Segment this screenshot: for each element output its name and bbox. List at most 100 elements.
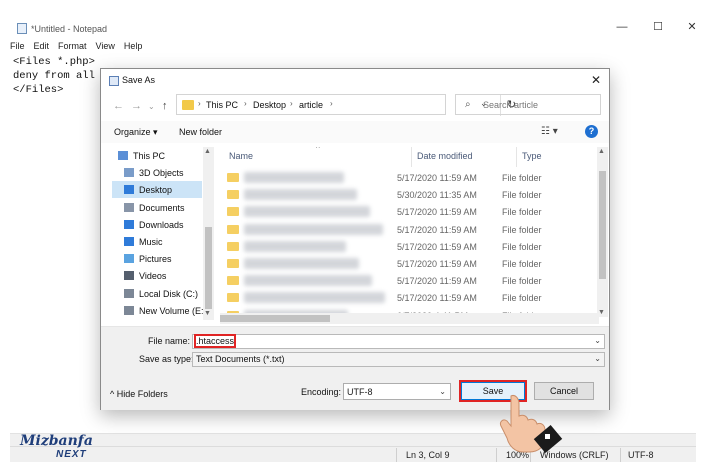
folder-icon (227, 224, 239, 234)
organize-button[interactable]: Organize ▾ (114, 127, 158, 138)
save-type-select[interactable]: Text Documents (*.txt) ⌄ (192, 352, 605, 367)
file-date: 5/17/2020 11:59 AM (397, 207, 477, 218)
nav-item[interactable]: New Volume (E:) (112, 302, 207, 319)
file-row[interactable]: 5/17/2020 11:59 AM File folder (220, 169, 598, 186)
chevron-down-icon[interactable]: ⌄ (594, 336, 601, 345)
menu-edit[interactable]: Edit (34, 41, 50, 55)
drive-icon (124, 288, 134, 298)
nav-item[interactable]: Desktop (112, 181, 202, 199)
navigation-pane-scrollbar[interactable]: ▲ ▼ (203, 147, 214, 320)
nav-item[interactable]: This PC (112, 147, 202, 164)
file-row[interactable]: 5/17/2020 11:59 AM File folder (220, 221, 598, 238)
breadcrumb-article[interactable]: article (299, 100, 323, 110)
file-row[interactable]: 5/17/2020 11:59 AM File folder (220, 238, 598, 255)
search-box[interactable]: ⌕ Search article (455, 94, 601, 115)
close-button[interactable]: ✕ (682, 20, 702, 34)
menu-view[interactable]: View (96, 41, 115, 55)
nav-item[interactable]: Local Disk (C:) (112, 285, 202, 302)
encoding-select[interactable]: UTF-8 ⌄ (343, 383, 451, 400)
new-folder-button[interactable]: New folder (179, 127, 222, 137)
desktop-icon (124, 185, 134, 195)
column-date[interactable]: Date modified (412, 147, 515, 167)
file-type: File folder (502, 276, 542, 287)
column-type-label: Type (522, 151, 542, 161)
column-name-label: Name (229, 151, 254, 161)
address-bar[interactable]: › This PC › Desktop › article › ⌄ ↻ (176, 94, 516, 116)
scrollbar-thumb[interactable] (205, 227, 212, 309)
minimize-button[interactable]: — (612, 20, 632, 34)
forward-arrow-icon[interactable]: → (131, 100, 142, 112)
command-bar: Organize ▾ New folder ☷ ▾ ? (101, 121, 609, 143)
download-icon (124, 219, 134, 229)
scroll-up-icon[interactable]: ▲ (598, 148, 605, 155)
nav-item-label: Desktop (139, 185, 173, 196)
nav-item[interactable]: Downloads (112, 216, 202, 233)
scroll-down-icon[interactable]: ▼ (204, 310, 211, 317)
notepad-icon (17, 23, 27, 34)
nav-item[interactable]: Pictures (112, 250, 202, 267)
recent-dropdown-icon[interactable]: ⌄ (148, 102, 155, 111)
file-row[interactable]: 5/17/2020 11:59 AM File folder (220, 255, 598, 272)
nav-item[interactable]: Music (112, 233, 202, 250)
chevron-up-icon: ^ (110, 389, 115, 399)
blurred-file-name (244, 258, 359, 269)
file-row[interactable]: 5/17/2020 11:59 AM File folder (220, 272, 598, 289)
file-name-label: File name: (148, 336, 191, 346)
menu-file[interactable]: File (10, 41, 25, 55)
pointer-hand-icon (497, 392, 567, 457)
blurred-file-name (244, 275, 372, 287)
dialog-close-button[interactable]: ✕ (588, 72, 604, 88)
notepad-title-bar: *Untitled - Notepad — ☐ ✕ (0, 0, 706, 38)
document-icon (124, 202, 134, 212)
maximize-button[interactable]: ☐ (648, 20, 668, 34)
column-type[interactable]: Type (517, 147, 597, 167)
file-list-vertical-scrollbar[interactable]: ▲ ▼ (597, 147, 608, 317)
file-type: File folder (502, 190, 542, 201)
file-row[interactable]: 5/17/2020 11:59 AM File folder (220, 289, 598, 306)
notepad-horizontal-scrollbar[interactable] (10, 433, 696, 446)
scroll-up-icon[interactable]: ▲ (204, 148, 211, 155)
video-icon (124, 271, 134, 281)
help-icon[interactable]: ? (585, 125, 598, 138)
folder-icon (182, 100, 194, 110)
encoding-label: Encoding: (301, 387, 342, 397)
hide-folders-label: Hide Folders (116, 389, 168, 399)
folder-icon (227, 190, 239, 200)
nav-item[interactable]: Documents (112, 199, 202, 216)
chevron-right-icon: › (198, 99, 201, 108)
file-list-horizontal-scrollbar[interactable] (220, 313, 599, 324)
folder-icon (227, 173, 239, 182)
breadcrumb-this-pc[interactable]: This PC (206, 100, 238, 110)
scroll-down-icon[interactable]: ▼ (598, 309, 605, 316)
cube-icon (124, 168, 134, 178)
nav-item[interactable]: 3D Objects (112, 164, 202, 181)
drive-icon (124, 305, 134, 315)
back-arrow-icon[interactable]: ← (113, 100, 124, 112)
notepad-menu-bar: File Edit Format View Help (10, 41, 142, 55)
file-row[interactable]: 5/30/2020 11:35 AM File folder (220, 186, 598, 203)
file-date: 5/17/2020 11:59 AM (397, 241, 477, 252)
file-row[interactable]: 5/17/2020 11:59 AM File folder (220, 203, 598, 220)
nav-item-label: Music (139, 237, 163, 247)
view-options-icon[interactable]: ☷ ▾ (541, 126, 558, 137)
search-placeholder: Search article (483, 100, 539, 110)
scrollbar-thumb[interactable] (599, 171, 606, 279)
nav-item[interactable]: Videos (112, 267, 202, 284)
hide-folders-toggle[interactable]: ^ Hide Folders (110, 389, 168, 399)
column-name[interactable]: Name ^ (220, 147, 410, 167)
menu-help[interactable]: Help (124, 41, 143, 55)
scrollbar-thumb[interactable] (220, 315, 330, 322)
file-date: 5/17/2020 11:59 AM (397, 173, 477, 183)
file-name-field[interactable]: .htaccess ⌄ (192, 334, 605, 349)
blurred-file-name (244, 292, 385, 304)
chevron-down-icon[interactable]: ⌄ (594, 354, 601, 363)
navigation-bar: ← → ⌄ ↑ › This PC › Desktop › article › … (101, 94, 609, 120)
chevron-right-icon: › (290, 99, 293, 108)
brand-name: Mizbanfa (20, 433, 93, 449)
up-arrow-icon[interactable]: ↑ (162, 100, 168, 112)
status-divider (396, 448, 397, 462)
breadcrumb-desktop[interactable]: Desktop (253, 100, 286, 110)
chevron-down-icon[interactable]: ⌄ (439, 387, 446, 396)
menu-format[interactable]: Format (58, 41, 87, 55)
folder-icon (227, 259, 239, 268)
